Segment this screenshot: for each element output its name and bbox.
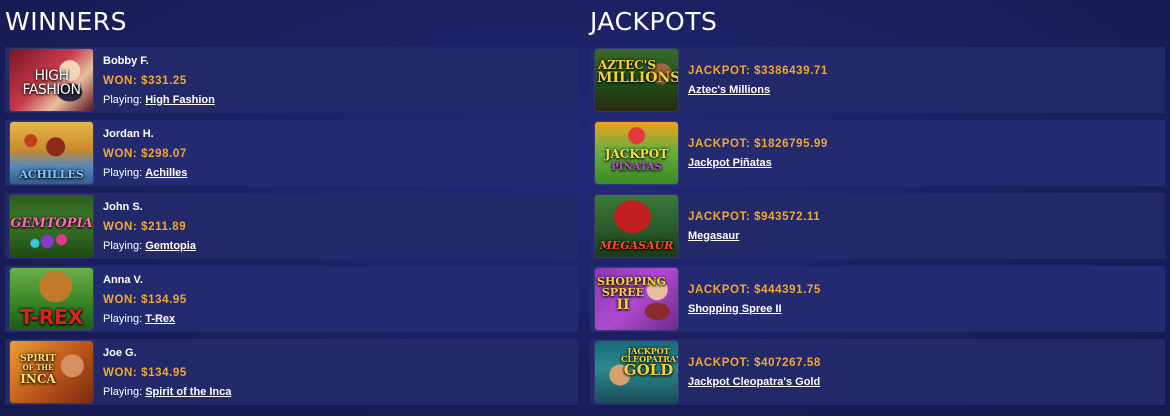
winner-name: Jordan H. [103,127,154,140]
high-fashion-thumb[interactable]: HIGH FASHION [10,49,93,111]
jackpot-amount: JACKPOT: $3386439.71 [688,64,828,77]
winner-name: Anna V. [103,273,143,286]
game-link-achilles[interactable]: Achilles [145,167,187,179]
game-link-gemtopia[interactable]: Gemtopia [145,240,196,252]
winner-amount: WON: $134.95 [103,366,187,379]
game-link-jackpot-pinatas[interactable]: Jackpot Piñatas [688,156,828,170]
winner-amount: WON: $298.07 [103,147,187,160]
jackpot-pinatas-thumb[interactable]: JACKPOT PIÑATAS [595,122,678,184]
playing-label: Playing: [103,239,143,252]
winner-row: HIGH FASHION Bobby F. WON: $331.25 Playin… [5,47,578,113]
playing-label: Playing: [103,385,143,398]
playing-line: Playing: Spirit of the Inca [103,385,231,399]
game-link-t-rex[interactable]: T-Rex [145,313,175,325]
shopping-spree-ii-thumb[interactable]: SHOPPING SPREE II [595,268,678,330]
playing-line: Playing: Achilles [103,166,187,180]
winner-row: GEMTOPIA John S. WON: $211.89 Playing: G… [5,193,578,259]
jackpot-row: JACKPOT CLEOPATRA'S GOLD JACKPOT: $407267.… [590,339,1165,405]
t-rex-thumb[interactable]: T-REX [10,268,93,330]
game-link-shopping-spree-ii[interactable]: Shopping Spree II [688,302,821,316]
game-link-spirit-of-the-inca[interactable]: Spirit of the Inca [145,386,231,398]
winners-title: WINNERS [5,7,128,36]
game-link-jackpot-cleopatras-gold[interactable]: Jackpot Cleopatra's Gold [688,375,821,389]
winners-list: HIGH FASHION Bobby F. WON: $331.25 Playin… [5,47,578,412]
winner-amount: WON: $211.89 [103,220,187,233]
winner-amount: WON: $331.25 [103,74,187,87]
jackpots-list: AZTEC'S MILLIONS JACKPOT: $3386439.71 Azt… [590,47,1165,412]
game-link-aztecs-millions[interactable]: Aztec's Millions [688,83,828,97]
aztecs-millions-thumb[interactable]: AZTEC'S MILLIONS [595,49,678,111]
game-link-high-fashion[interactable]: High Fashion [145,94,215,106]
jackpot-row: MEGASAUR JACKPOT: $943572.11 Megasaur [590,193,1165,259]
winner-row: T-REX Anna V. WON: $134.95 Playing: T-Re… [5,266,578,332]
jackpot-row: SHOPPING SPREE II JACKPOT: $444391.75 Shop… [590,266,1165,332]
winner-name: Bobby F. [103,54,149,67]
jackpots-section: JACKPOTS AZTEC'S MILLIONS JACKPOT: $33864… [590,0,1165,405]
winner-row: SPIRIT OF THE INCA Joe G. WON: $134.95 Pla… [5,339,578,405]
playing-label: Playing: [103,166,143,179]
jackpot-amount: JACKPOT: $943572.11 [688,210,821,223]
jackpot-amount: JACKPOT: $444391.75 [688,283,821,296]
playing-label: Playing: [103,93,143,106]
jackpot-row: JACKPOT PIÑATAS JACKPOT: $1826795.99 Jack… [590,120,1165,186]
winners-section: WINNERS HIGH FASHION Bobby F. WON: $331.2… [5,0,578,405]
playing-line: Playing: Gemtopia [103,239,196,253]
jackpot-amount: JACKPOT: $407267.58 [688,356,821,369]
winner-row: ACHILLES Jordan H. WON: $298.07 Playing:… [5,120,578,186]
achilles-thumb[interactable]: ACHILLES [10,122,93,184]
winner-name: Joe G. [103,346,137,359]
playing-line: Playing: T-Rex [103,312,187,326]
megasaur-thumb[interactable]: MEGASAUR [595,195,678,257]
game-link-megasaur[interactable]: Megasaur [688,229,820,243]
jackpot-row: AZTEC'S MILLIONS JACKPOT: $3386439.71 Azt… [590,47,1165,113]
spirit-of-the-inca-thumb[interactable]: SPIRIT OF THE INCA [10,341,93,403]
jackpots-title: JACKPOTS [590,7,718,36]
playing-line: Playing: High Fashion [103,93,215,107]
jackpot-cleopatras-gold-thumb[interactable]: JACKPOT CLEOPATRA'S GOLD [595,341,678,403]
winner-amount: WON: $134.95 [103,293,187,306]
jackpot-amount: JACKPOT: $1826795.99 [688,137,828,150]
gemtopia-thumb[interactable]: GEMTOPIA [10,195,93,257]
winner-name: John S. [103,200,143,213]
playing-label: Playing: [103,312,143,325]
